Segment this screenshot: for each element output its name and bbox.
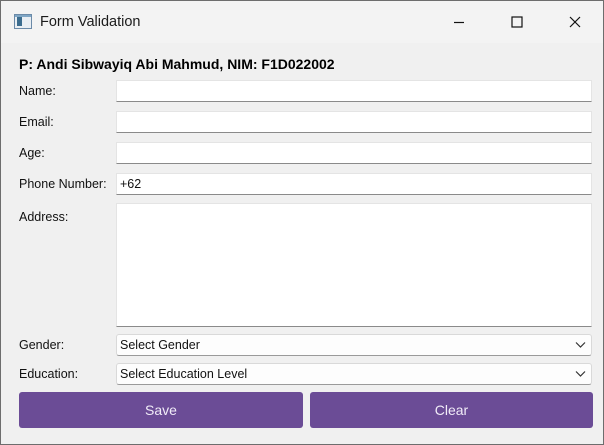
close-button[interactable] <box>546 1 604 43</box>
student-info-heading: P: Andi Sibwayiq Abi Mahmud, NIM: F1D022… <box>19 56 335 72</box>
close-icon <box>569 16 581 28</box>
name-label: Name: <box>19 84 56 98</box>
window-title: Form Validation <box>40 14 141 30</box>
email-input[interactable] <box>116 111 592 133</box>
education-label: Education: <box>19 367 79 381</box>
address-textarea[interactable] <box>116 203 592 327</box>
clear-button[interactable]: Clear <box>310 392 593 428</box>
email-label: Email: <box>19 115 54 129</box>
save-button[interactable]: Save <box>19 392 303 428</box>
title-bar[interactable]: Form Validation <box>1 1 603 43</box>
gender-select[interactable]: Select Gender <box>116 334 592 356</box>
address-label: Address: <box>19 210 69 224</box>
minimize-icon <box>454 21 464 24</box>
phone-number-label: Phone Number: <box>19 177 107 191</box>
phone-number-input[interactable] <box>116 173 592 195</box>
maximize-icon <box>511 16 523 28</box>
name-input[interactable] <box>116 80 592 102</box>
chevron-down-icon <box>575 342 586 348</box>
age-label: Age: <box>19 146 45 160</box>
gender-label: Gender: <box>19 338 65 352</box>
form-app-icon <box>14 14 32 29</box>
save-button-label: Save <box>145 402 177 418</box>
education-select-value: Select Education Level <box>120 367 248 381</box>
clear-button-label: Clear <box>434 402 469 418</box>
chevron-down-icon <box>575 371 586 377</box>
form-validation-window: Form Validation P: Andi Sibwayiq Abi Mah… <box>0 0 604 445</box>
maximize-button[interactable] <box>488 1 546 43</box>
education-select[interactable]: Select Education Level <box>116 363 592 385</box>
age-input[interactable] <box>116 142 592 164</box>
minimize-button[interactable] <box>430 1 488 43</box>
gender-select-value: Select Gender <box>120 338 200 352</box>
